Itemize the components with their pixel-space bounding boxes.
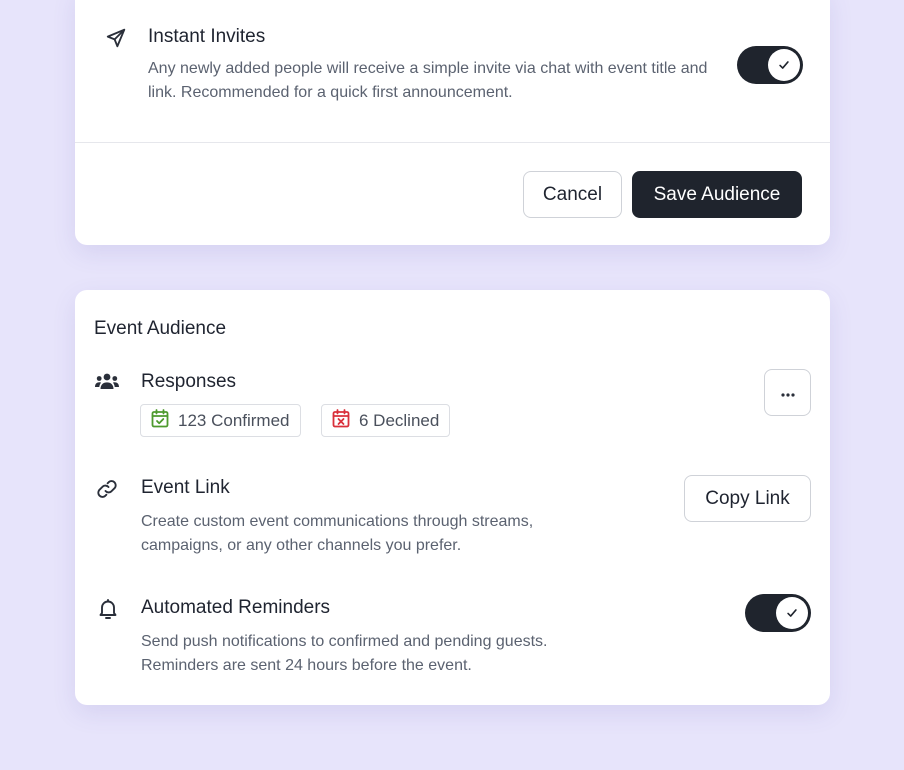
checkmark-icon <box>779 61 789 69</box>
link-icon <box>95 478 119 500</box>
section-title: Event Audience <box>94 318 227 339</box>
instant-invites-description: Any newly added people will receive a si… <box>148 60 708 101</box>
calendar-check-icon <box>151 408 169 433</box>
instant-invites-card: Instant Invites Any newly added people w… <box>75 0 830 245</box>
responses-title: Responses <box>141 371 237 392</box>
bell-icon <box>98 598 118 620</box>
reminders-description: Send push notifications to confirmed and… <box>141 633 548 674</box>
users-icon <box>95 372 119 392</box>
ellipsis-icon <box>780 384 795 402</box>
reminders-title: Automated Reminders <box>141 597 331 618</box>
toggle-knob <box>776 597 808 629</box>
toggle-knob <box>768 49 800 81</box>
confirmed-count: 123 Confirmed <box>178 410 290 430</box>
cancel-button[interactable]: Cancel <box>523 171 622 218</box>
declined-badge: 6 Declined <box>321 404 451 437</box>
instant-invites-title: Instant Invites <box>148 26 266 47</box>
calendar-x-icon <box>332 408 350 433</box>
reminders-toggle[interactable] <box>745 594 811 632</box>
event-link-title: Event Link <box>141 477 230 498</box>
footer-divider <box>75 142 830 143</box>
send-icon <box>105 27 127 49</box>
save-audience-button[interactable]: Save Audience <box>632 171 802 218</box>
event-audience-card: Event Audience Responses 123 Confirmed 6… <box>75 290 830 705</box>
checkmark-icon <box>787 609 797 617</box>
more-options-button[interactable] <box>764 369 811 416</box>
instant-invites-toggle[interactable] <box>737 46 803 84</box>
declined-count: 6 Declined <box>359 410 440 430</box>
copy-link-button[interactable]: Copy Link <box>684 475 811 522</box>
event-link-description: Create custom event communications throu… <box>141 513 534 554</box>
confirmed-badge: 123 Confirmed <box>140 404 301 437</box>
